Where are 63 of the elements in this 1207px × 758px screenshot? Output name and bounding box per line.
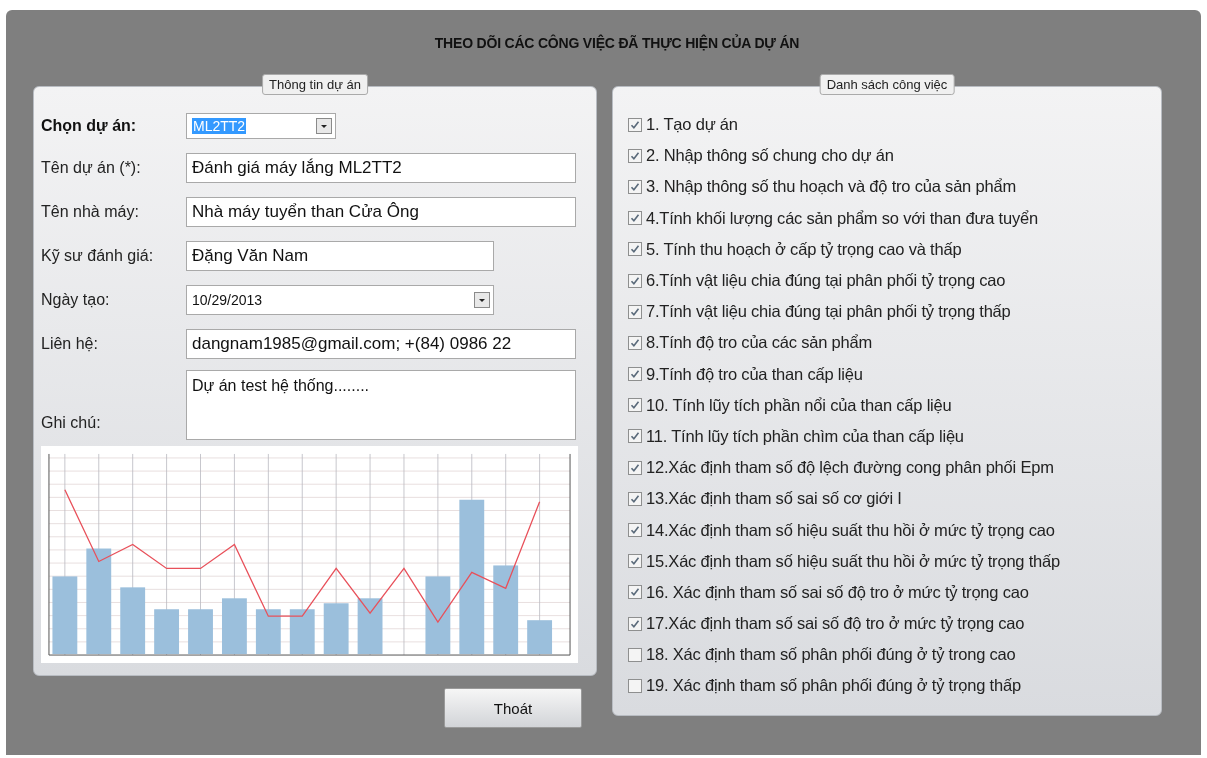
task-label[interactable]: 6.Tính vật liệu chia đúng tại phân phối tỷ trọng cao: [646, 271, 1006, 291]
chart-bar: [323, 603, 349, 655]
task-label[interactable]: 18. Xác định tham số phân phối đúng ở tỷ trong cao: [646, 645, 1016, 665]
checkbox[interactable]: [628, 429, 642, 444]
task-label[interactable]: 15.Xác định tham số hiệu suất thu hồi ở mức tỷ trọng thấp: [646, 551, 1061, 571]
checkbox[interactable]: [628, 335, 642, 350]
field-label: Kỹ sư đánh giá:: [41, 247, 155, 265]
field-label: Liên hệ:: [41, 335, 99, 353]
checkbox[interactable]: [628, 678, 642, 693]
checkbox[interactable]: [628, 117, 642, 132]
input-field[interactable]: Đặng Văn Nam: [186, 241, 494, 271]
input-field[interactable]: Đánh giá máy lắng ML2TT2: [186, 153, 576, 183]
group-legend: Thông tin dự án: [262, 74, 368, 95]
checkbox[interactable]: [628, 304, 642, 319]
date-picker[interactable]: 10/29/2013: [186, 285, 494, 315]
task-label[interactable]: 19. Xác định tham số phân phối đúng ở tỷ trọng thấp: [646, 676, 1021, 696]
task-label[interactable]: 10. Tính lũy tích phần nổi của than cấp liệu: [646, 395, 952, 415]
task-label[interactable]: 2. Nhập thông số chung cho dự án: [646, 146, 894, 166]
field-label: Ngày tạo:: [41, 291, 111, 309]
task-label[interactable]: 8.Tính độ tro của các sản phẩm: [646, 333, 873, 353]
checkbox[interactable]: [628, 242, 642, 257]
task-label[interactable]: 13.Xác định tham số sai số cơ giới I: [646, 489, 902, 509]
checkbox[interactable]: [628, 179, 642, 194]
chart-bar: [120, 587, 146, 655]
chart-bar: [527, 620, 553, 655]
task-label[interactable]: 17.Xác định tham số sai số độ tro ở mức tỷ trọng cao: [646, 614, 1025, 634]
task-label[interactable]: 16. Xác định tham số sai số độ tro ở mức tỷ trọng cao: [646, 582, 1029, 602]
checkbox[interactable]: [628, 523, 642, 538]
checkbox[interactable]: [628, 616, 642, 631]
checkbox[interactable]: [628, 460, 642, 475]
task-label[interactable]: 4.Tính khối lượng các sản phẩm so với than đưa tuyển: [646, 208, 1038, 228]
task-label[interactable]: 11. Tính lũy tích phần chìm của than cấp liệu: [646, 426, 964, 446]
task-label[interactable]: 7.Tính vật liệu chia đúng tại phân phối tỷ trọng thấp: [646, 302, 1011, 322]
checkbox[interactable]: [628, 367, 642, 382]
notes-field[interactable]: Dự án test hệ thống........: [186, 370, 576, 440]
exit-button[interactable]: Thoát: [444, 688, 582, 728]
chart-bar: [188, 609, 213, 655]
input-field[interactable]: dangnam1985@gmail.com; +(84) 0986 22: [186, 329, 576, 359]
task-label[interactable]: 12.Xác định tham số độ lệch đường cong phân phối Epm: [646, 458, 1054, 478]
checkbox[interactable]: [628, 554, 642, 569]
field-label: Ghi chú:: [41, 414, 102, 433]
checkbox[interactable]: [628, 491, 642, 506]
checkbox[interactable]: [628, 647, 642, 662]
task-label[interactable]: 14.Xác định tham số hiệu suất thu hồi ở mức tỷ trọng cao: [646, 520, 1055, 540]
checkbox[interactable]: [628, 398, 642, 413]
task-label[interactable]: 5. Tính thu hoạch ở cấp tỷ trọng cao và thấp: [646, 239, 962, 259]
field-label: Tên nhà máy:: [41, 203, 140, 221]
task-label[interactable]: 9.Tính độ tro của than cấp liệu: [646, 364, 863, 384]
field-label: Chọn dự án:: [41, 116, 138, 135]
checkbox[interactable]: [628, 148, 642, 163]
task-label[interactable]: 3. Nhập thông số thu hoạch và độ tro của sản phẩm: [646, 177, 1016, 197]
checkbox[interactable]: [628, 585, 642, 600]
group-legend: Danh sách công việc: [819, 74, 955, 95]
field-label: Tên dự án (*):: [41, 159, 142, 177]
chart-bar: [255, 609, 281, 655]
chart-bar: [154, 609, 180, 655]
chart-bar: [222, 598, 247, 655]
input-field[interactable]: Nhà máy tuyển than Cửa Ông: [186, 197, 576, 227]
task-label[interactable]: 1. Tạo dự án: [646, 115, 738, 135]
window-title: THEO DÕI CÁC CÔNG VIỆC ĐÃ THỰC HIỆN CỦA DỰ ÁN: [433, 33, 801, 53]
checkbox[interactable]: [628, 211, 642, 226]
chart-bar: [289, 609, 315, 655]
checkbox[interactable]: [628, 273, 642, 288]
